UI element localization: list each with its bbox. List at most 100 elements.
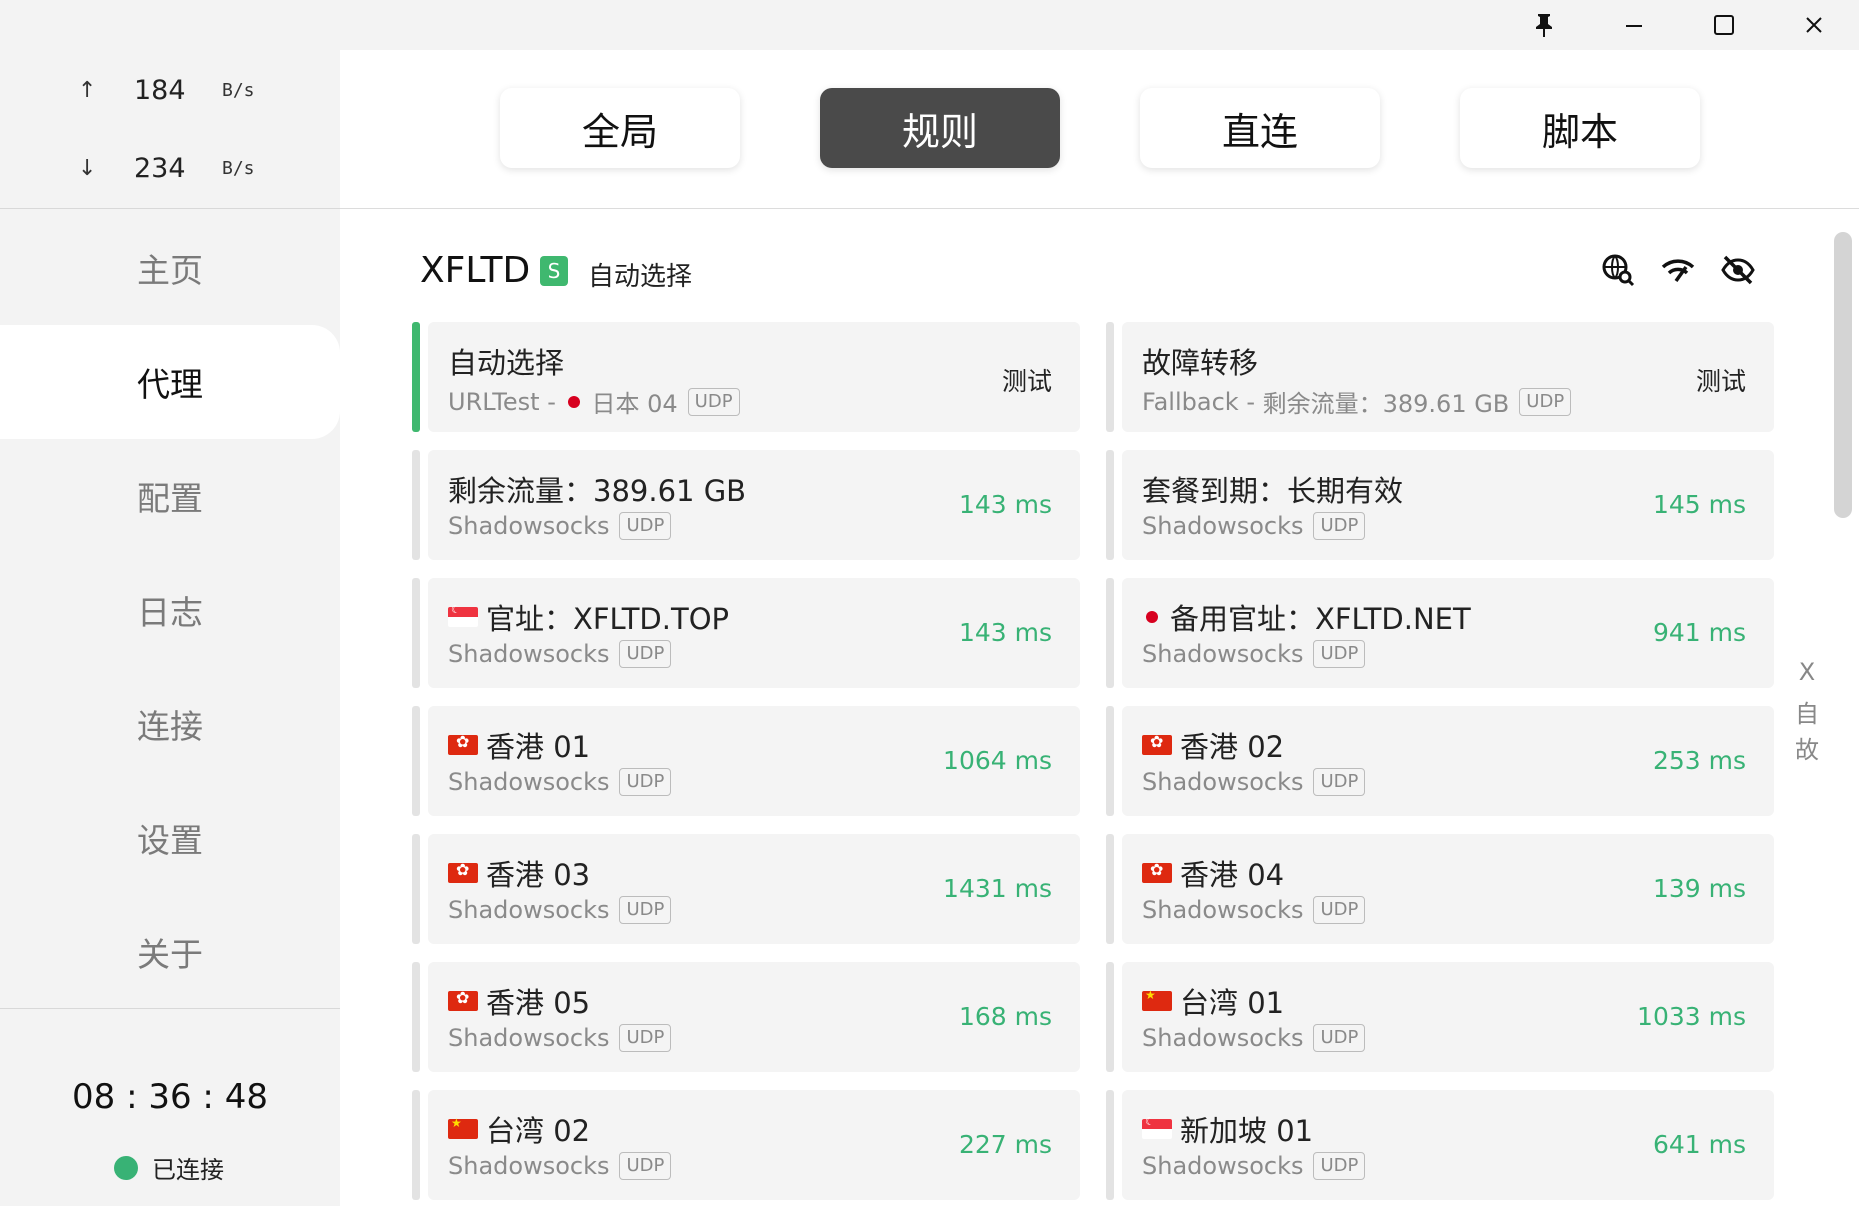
group-name: XFLTD [420,250,531,291]
latency-value: 145 ms [1652,490,1746,519]
latency-value: 1064 ms [943,746,1052,775]
flag-hk-icon [448,988,478,1011]
latency-value: 941 ms [1652,618,1746,647]
sidebar-item-proxy[interactable]: 代理 [0,325,340,439]
index-letter[interactable]: 自 [1794,694,1820,729]
proxy-card[interactable]: 香港 04 Shadowsocks UDP 139 ms [1122,834,1774,944]
proxy-now: 剩余流量：389.61 GB [1262,390,1510,418]
proxy-name-text: 香港 02 [1180,730,1285,764]
latency-value: 139 ms [1652,874,1746,903]
proxy-card[interactable]: 香港 03 Shadowsocks UDP 1431 ms [428,834,1080,944]
proxy-name: 台湾 02 [448,1108,590,1150]
scrollbar[interactable] [1834,232,1852,518]
proxy-name-text: 香港 05 [486,986,591,1020]
proxy-card[interactable]: 剩余流量：389.61 GB Shadowsocks UDP 143 ms [428,450,1080,560]
proxy-name-text: 香港 03 [486,858,591,892]
maximize-icon[interactable] [1684,0,1764,50]
proxy-card[interactable]: 官址：XFLTD.TOP Shadowsocks UDP 143 ms [428,578,1080,688]
latency-value: 253 ms [1652,746,1746,775]
card-indicator [1106,706,1114,816]
proxy-name-text: 新加坡 01 [1180,1114,1314,1148]
connection-status: 已连接 [114,1150,224,1185]
proxy-subline: Shadowsocks UDP [1142,640,1366,668]
proxy-card[interactable]: 套餐到期：长期有效 Shadowsocks UDP 145 ms [1122,450,1774,560]
proxy-type: Shadowsocks [1142,640,1304,668]
test-button[interactable]: 测试 [1002,362,1052,398]
proxy-type: Shadowsocks [1142,768,1304,796]
proxy-card[interactable]: 故障转移 Fallback - 剩余流量：389.61 GB UDP 测试 [1122,322,1774,432]
proxy-card[interactable]: 自动选择 URLTest - 日本 04 UDP 测试 [428,322,1080,432]
proxy-name-text: 香港 01 [486,730,591,764]
index-letter[interactable]: 故 [1794,730,1820,765]
proxy-sub-separator: - [539,387,564,416]
sidebar-divider [0,208,340,209]
proxy-subline: Shadowsocks UDP [448,512,672,540]
proxy-type: Shadowsocks [1142,1024,1304,1052]
proxy-card[interactable]: 备用官址：XFLTD.NET Shadowsocks UDP 941 ms [1122,578,1774,688]
udp-badge: UDP [1313,1152,1366,1180]
udp-badge: UDP [619,1152,672,1180]
minimize-icon[interactable] [1594,0,1674,50]
udp-badge: UDP [619,896,672,924]
udp-badge: UDP [1313,1024,1366,1052]
pin-icon[interactable] [1504,0,1584,50]
card-indicator [412,322,420,432]
proxy-card[interactable]: 新加坡 01 Shadowsocks UDP 641 ms [1122,1090,1774,1200]
proxy-type: Shadowsocks [448,1024,610,1052]
sidebar-item-connections[interactable]: 连接 [0,667,340,781]
sidebar-item-logs[interactable]: 日志 [0,553,340,667]
proxy-card[interactable]: 台湾 02 Shadowsocks UDP 227 ms [428,1090,1080,1200]
proxy-name-text: 香港 04 [1180,858,1285,892]
proxy-name-text: 套餐到期：长期有效 [1142,474,1404,508]
proxy-name-text: 台湾 01 [1180,986,1285,1020]
proxy-type: Shadowsocks [448,640,610,668]
proxy-type: Shadowsocks [448,1152,610,1180]
proxy-card[interactable]: 香港 01 Shadowsocks UDP 1064 ms [428,706,1080,816]
group-selected-proxy: 自动选择 [588,262,693,292]
card-indicator [412,450,420,560]
group-type-badge: S [540,256,568,286]
sidebar-item-settings[interactable]: 设置 [0,781,340,895]
proxy-name: 备用官址：XFLTD.NET [1142,596,1471,638]
proxy-type: Fallback [1142,387,1239,416]
card-indicator [1106,322,1114,432]
proxy-name-text: 自动选择 [448,346,565,380]
sidebar-item-about[interactable]: 关于 [0,895,340,1009]
proxy-subline: Shadowsocks UDP [1142,896,1366,924]
proxy-type: Shadowsocks [1142,1152,1304,1180]
upload-value: 184 [134,74,186,106]
mode-direct-button[interactable]: 直连 [1140,88,1380,168]
sidebar-item-home[interactable]: 主页 [0,211,340,325]
proxy-type: Shadowsocks [1142,512,1304,540]
proxy-name: 香港 05 [448,980,590,1022]
latency-value: 168 ms [958,1002,1052,1031]
proxy-subline: Shadowsocks UDP [448,640,672,668]
close-icon[interactable] [1774,0,1854,50]
mode-global-button[interactable]: 全局 [500,88,740,168]
card-indicator [412,578,420,688]
mode-rule-button[interactable]: 规则 [820,88,1060,168]
proxy-name: 故障转移 [1142,340,1258,382]
network-search-icon[interactable] [1598,250,1638,290]
test-button[interactable]: 测试 [1696,362,1746,398]
card-indicator [412,834,420,944]
wifi-speed-icon[interactable] [1658,250,1698,290]
udp-badge: UDP [619,512,672,540]
proxy-type: Shadowsocks [448,896,610,924]
flag-hk-icon [1142,860,1172,883]
proxy-name: 香港 02 [1142,724,1284,766]
mode-script-button[interactable]: 脚本 [1460,88,1700,168]
proxy-name: 香港 04 [1142,852,1284,894]
card-indicator [1106,450,1114,560]
hide-icon[interactable] [1718,250,1758,290]
proxy-card[interactable]: 香港 05 Shadowsocks UDP 168 ms [428,962,1080,1072]
index-letter[interactable]: X [1794,658,1820,686]
proxy-subline: Fallback - 剩余流量：389.61 GB UDP [1142,384,1572,419]
sidebar-item-profiles[interactable]: 配置 [0,439,340,553]
udp-badge: UDP [1519,387,1572,416]
flag-jp-icon [567,395,580,408]
proxy-card[interactable]: 香港 02 Shadowsocks UDP 253 ms [1122,706,1774,816]
flag-sg-icon [1142,1115,1172,1139]
card-indicator [1106,962,1114,1072]
proxy-card[interactable]: 台湾 01 Shadowsocks UDP 1033 ms [1122,962,1774,1072]
